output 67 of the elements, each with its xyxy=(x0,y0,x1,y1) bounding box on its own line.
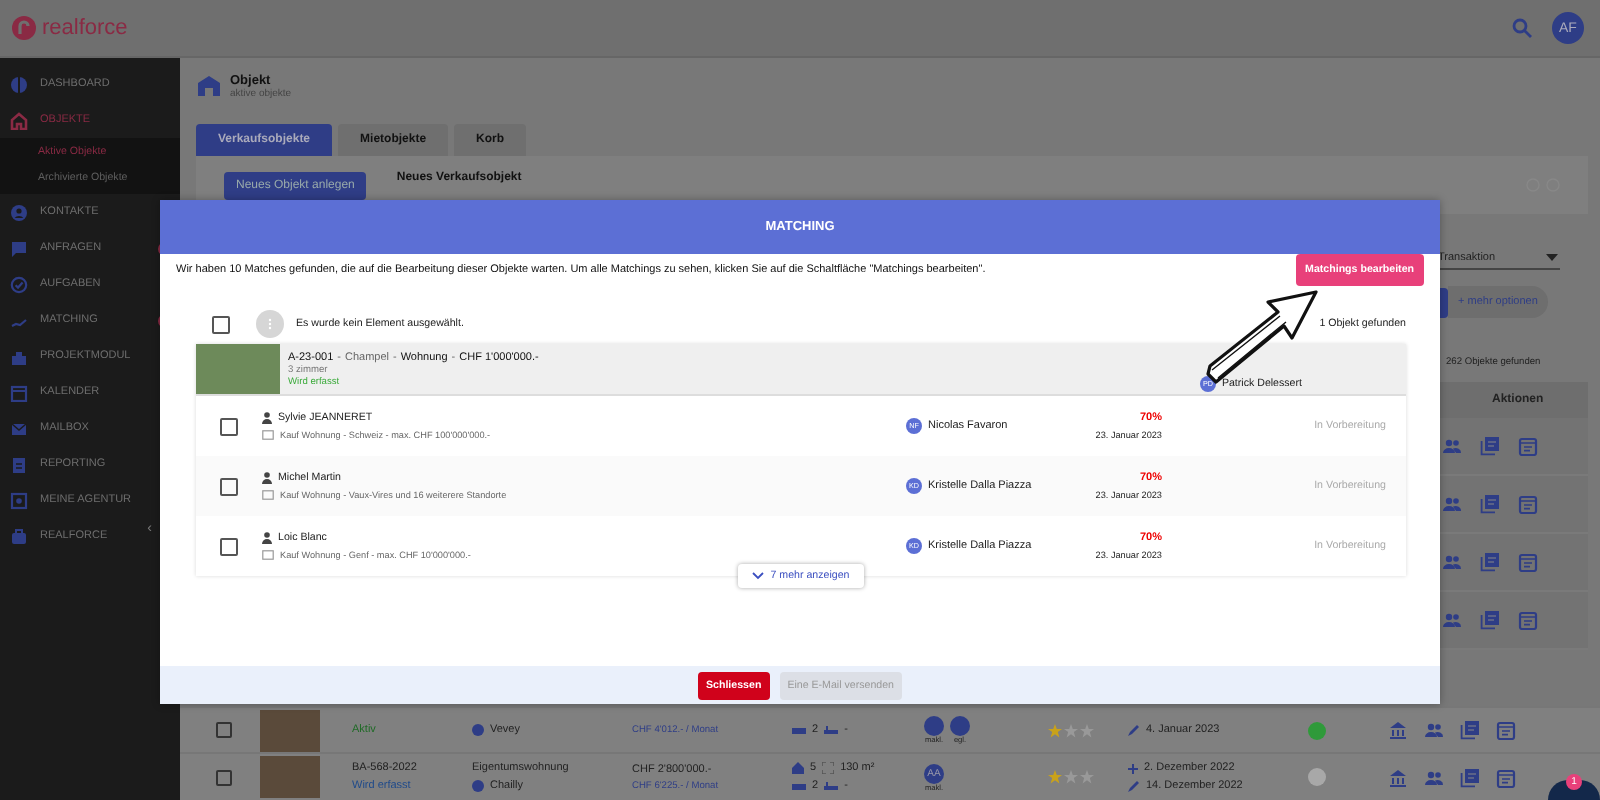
message-icon xyxy=(262,550,274,560)
bath-icon xyxy=(824,781,839,791)
pencil-icon xyxy=(1128,780,1140,792)
expand-icon xyxy=(822,762,835,774)
row-checkbox[interactable] xyxy=(220,537,238,555)
photo-placeholder xyxy=(196,344,280,394)
logo-icon xyxy=(12,16,36,40)
bed-icon xyxy=(792,725,806,735)
photo-placeholder xyxy=(260,756,320,798)
pdf-icon[interactable] xyxy=(1480,436,1500,456)
pdf-icon[interactable] xyxy=(1480,552,1500,572)
person-icon xyxy=(262,472,272,484)
row-checkbox[interactable] xyxy=(216,769,232,785)
logo-text: realforce xyxy=(42,16,128,40)
calendar-icon[interactable] xyxy=(1496,767,1516,787)
people-icon[interactable] xyxy=(1442,610,1462,630)
message-icon xyxy=(262,490,274,500)
info-icon xyxy=(472,724,484,736)
select-all-checkbox[interactable] xyxy=(212,315,230,333)
building-icon xyxy=(10,347,28,365)
calendar-icon[interactable] xyxy=(1518,436,1538,456)
chat-icon xyxy=(10,239,28,257)
clipboard-icon xyxy=(10,455,28,473)
calendar-icon[interactable] xyxy=(1518,552,1538,572)
calendar-icon[interactable] xyxy=(1496,720,1516,740)
pencil-icon xyxy=(1128,724,1140,736)
envelope-icon xyxy=(10,419,28,437)
briefcase-icon xyxy=(10,527,28,545)
row-checkbox[interactable] xyxy=(220,417,238,435)
message-icon xyxy=(262,430,274,440)
photo-placeholder xyxy=(260,709,320,751)
person-icon xyxy=(262,412,272,424)
people-icon[interactable] xyxy=(1424,720,1444,740)
row-checkbox[interactable] xyxy=(220,477,238,495)
house-icon xyxy=(792,762,804,774)
pdf-icon[interactable] xyxy=(1480,494,1500,514)
bank-icon[interactable] xyxy=(1388,767,1408,787)
row-checkbox[interactable] xyxy=(216,722,232,738)
arrow-drawing xyxy=(1200,286,1324,386)
pdf-icon[interactable] xyxy=(1460,767,1480,787)
bath-icon xyxy=(824,725,839,735)
check-circle-icon xyxy=(10,275,28,293)
people-icon[interactable] xyxy=(1442,552,1462,572)
gear-icon xyxy=(10,491,28,509)
pdf-icon[interactable] xyxy=(1460,720,1480,740)
star-filled-icon xyxy=(1048,723,1062,737)
people-icon[interactable] xyxy=(1442,494,1462,514)
caret-icon xyxy=(1546,254,1558,262)
info-icon xyxy=(472,780,484,792)
house-icon xyxy=(10,111,28,129)
people-icon[interactable] xyxy=(1442,436,1462,456)
calendar-icon xyxy=(10,383,28,401)
chevron-down-icon xyxy=(752,572,765,580)
bank-icon[interactable] xyxy=(1388,720,1408,740)
search-icon[interactable] xyxy=(1512,18,1532,38)
people-icon[interactable] xyxy=(1424,767,1444,787)
calendar-icon[interactable] xyxy=(1518,610,1538,630)
star-filled-icon xyxy=(1048,770,1062,784)
more-button[interactable] xyxy=(256,310,284,338)
house-icon xyxy=(196,74,222,98)
plus-icon xyxy=(1128,763,1138,773)
dashboard-icon xyxy=(10,75,28,93)
pdf-icon[interactable] xyxy=(1480,610,1500,630)
person-icon xyxy=(262,532,272,544)
bed-icon xyxy=(792,781,806,791)
person-icon xyxy=(10,203,28,221)
calendar-icon[interactable] xyxy=(1518,494,1538,514)
